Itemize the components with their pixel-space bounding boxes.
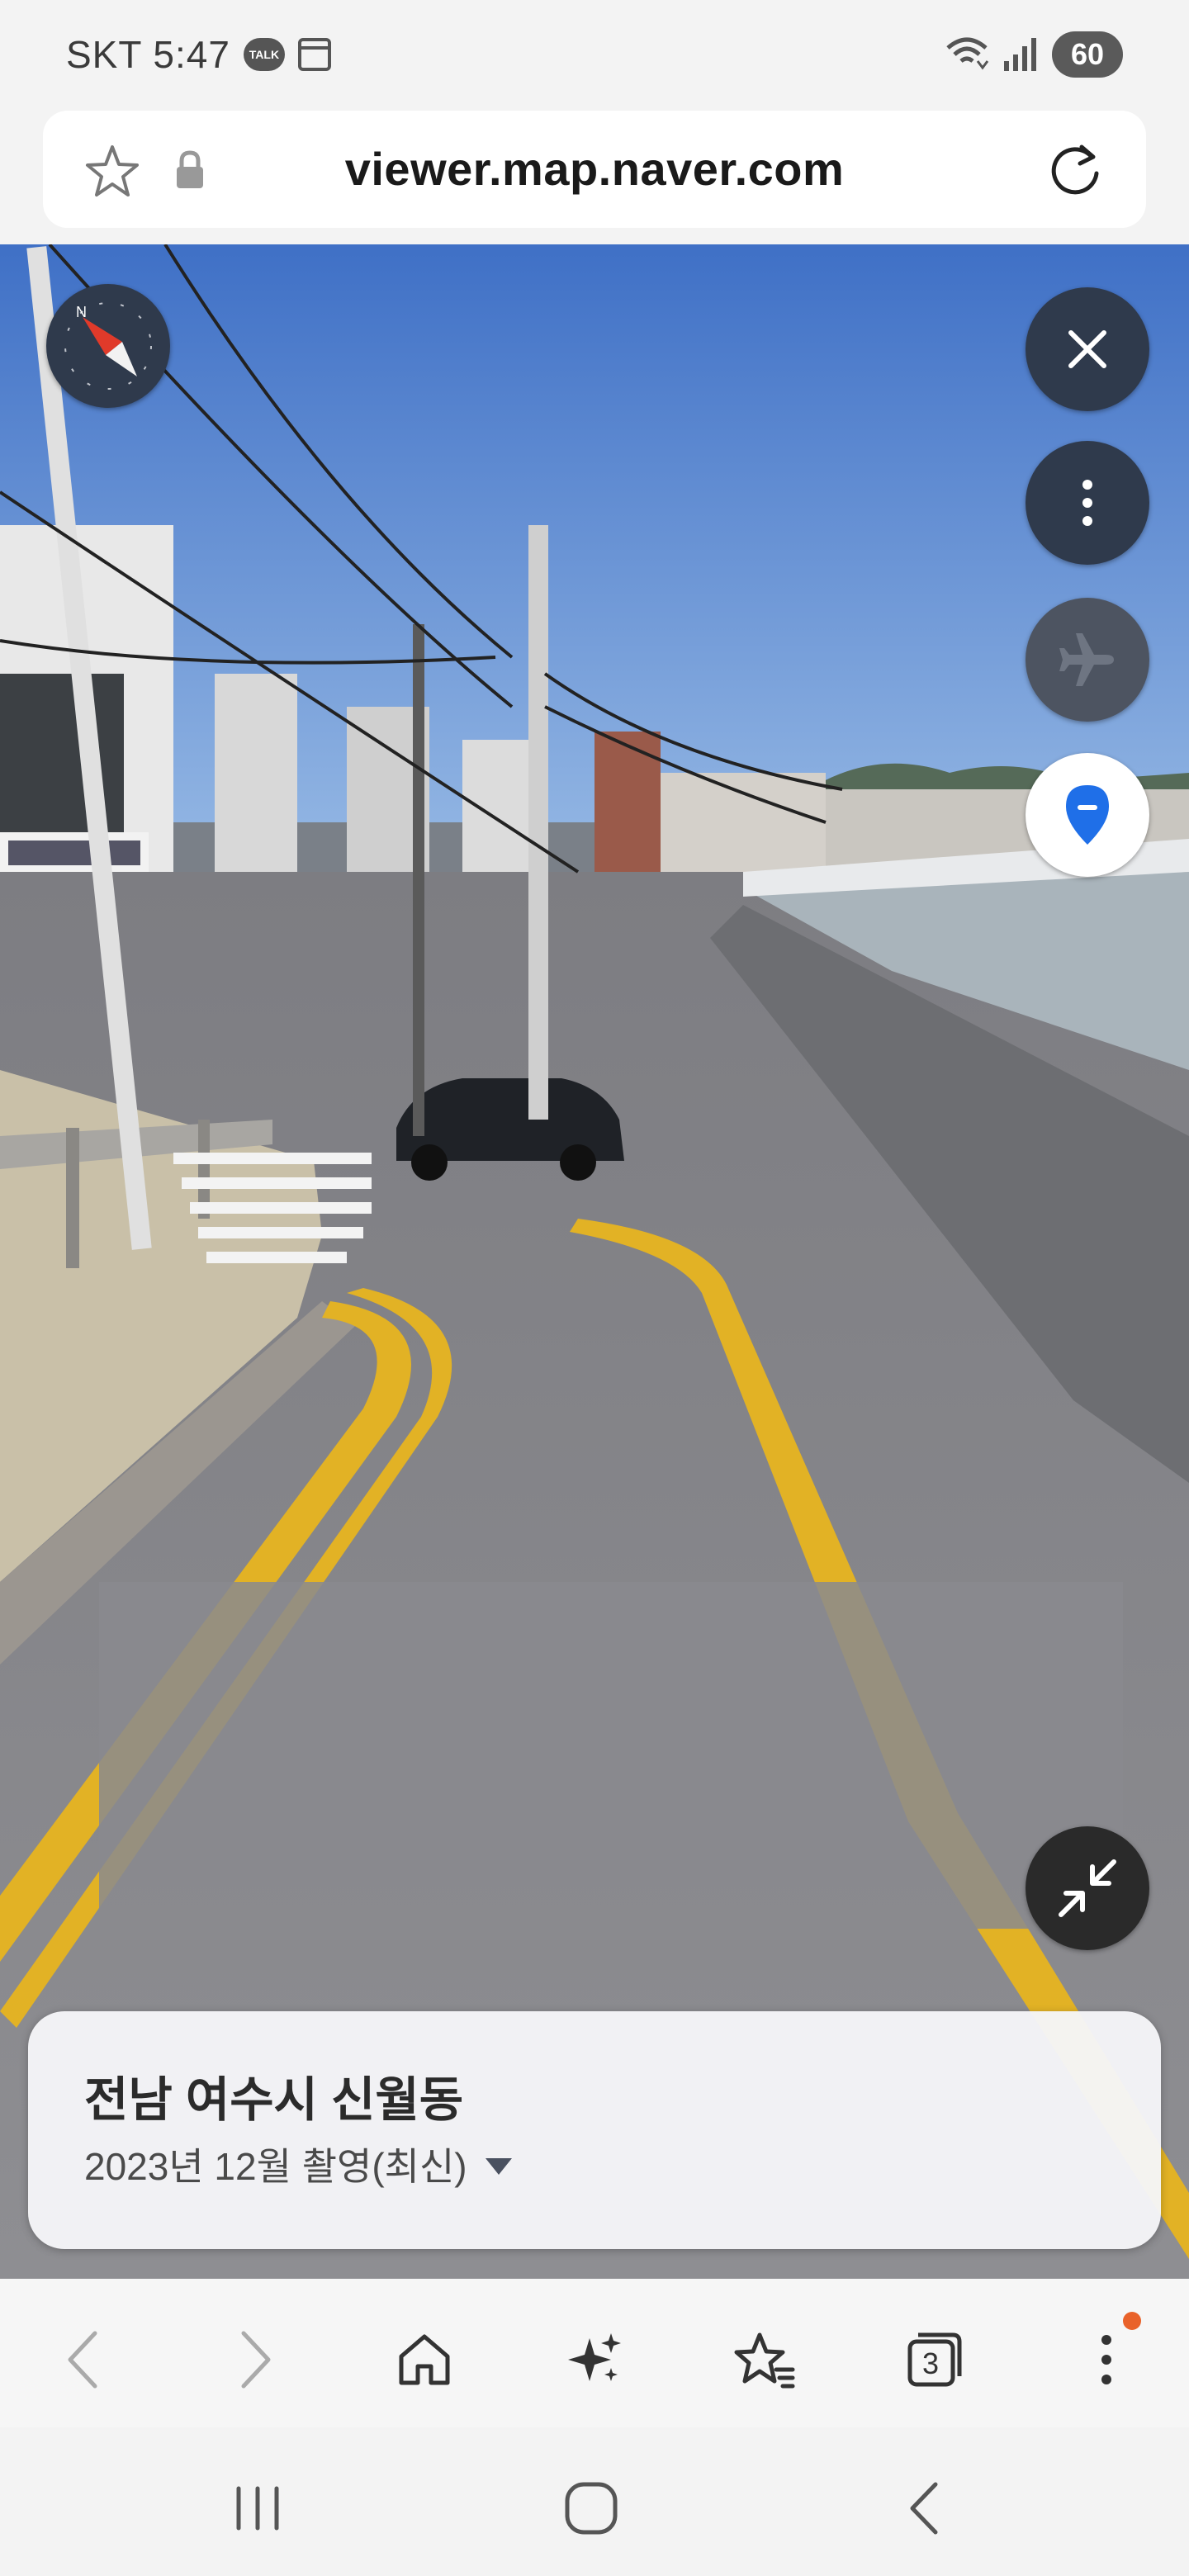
back-arrow-icon <box>910 2482 938 2535</box>
close-icon <box>1068 330 1106 368</box>
compass-button[interactable]: N <box>46 284 170 408</box>
dropdown-caret-icon[interactable] <box>485 2158 512 2175</box>
exit-fullscreen-button[interactable] <box>1026 1826 1149 1950</box>
more-vertical-icon <box>1082 480 1092 526</box>
airplane-view-button[interactable] <box>1026 598 1149 722</box>
more-vertical-icon <box>1101 2335 1111 2384</box>
location-title: 전남 여수시 신월동 <box>84 2073 464 2127</box>
close-button[interactable] <box>1026 287 1149 411</box>
location-pin-button[interactable] <box>1026 753 1149 877</box>
wifi-icon <box>945 36 989 73</box>
status-left: SKT 5:47 TALK <box>66 30 331 79</box>
recent-apps-button[interactable] <box>208 2467 307 2550</box>
signal-icon <box>1002 36 1039 73</box>
tabs-count: 3 <box>921 2346 940 2380</box>
tabs-button[interactable]: 3 <box>895 2320 974 2399</box>
more-options-button[interactable] <box>1026 441 1149 565</box>
street-view-panorama[interactable]: N <box>0 244 1189 2279</box>
home-icon <box>399 2334 450 2385</box>
forward-button[interactable] <box>216 2320 296 2399</box>
ai-features-button[interactable] <box>555 2320 634 2399</box>
notification-dot <box>1123 2312 1141 2330</box>
street-view-image[interactable] <box>0 244 1189 2279</box>
home-nav-button[interactable] <box>542 2467 641 2550</box>
browser-address-area: viewer.map.naver.com <box>0 107 1189 244</box>
status-right: 60 <box>945 30 1123 79</box>
back-nav-button[interactable] <box>875 2467 974 2550</box>
shrink-icon <box>1059 1859 1116 1917</box>
carrier-time: SKT 5:47 <box>66 33 230 76</box>
sparkle-icon <box>568 2333 621 2381</box>
home-circle-icon <box>565 2482 618 2535</box>
status-bar: SKT 5:47 TALK 60 <box>0 0 1189 107</box>
battery-indicator: 60 <box>1052 31 1123 78</box>
system-navigation-bar <box>0 2427 1189 2576</box>
bookmarks-star-list-icon <box>734 2332 795 2389</box>
capture-date-text[interactable]: 2023년 12월 촬영(최신) <box>84 2137 467 2191</box>
back-button[interactable] <box>43 2320 122 2399</box>
location-info-card[interactable]: 전남 여수시 신월동 2023년 12월 촬영(최신) <box>28 2011 1161 2249</box>
home-button[interactable] <box>385 2320 464 2399</box>
compass-north-label: N <box>76 304 87 320</box>
reload-icon[interactable] <box>1044 139 1106 201</box>
address-bar[interactable]: viewer.map.naver.com <box>43 111 1146 228</box>
calendar-notification-icon <box>297 38 331 71</box>
capture-date-selector[interactable]: 2023년 12월 촬영(최신) <box>84 2137 512 2191</box>
menu-button[interactable] <box>1067 2312 1146 2399</box>
bookmarks-button[interactable] <box>725 2320 804 2399</box>
kakaotalk-notification-icon: TALK <box>243 38 285 71</box>
url-text[interactable]: viewer.map.naver.com <box>43 111 1146 228</box>
browser-toolbar: 3 <box>0 2279 1189 2427</box>
map-pin-icon <box>1066 785 1109 845</box>
chevron-right-icon <box>241 2331 271 2389</box>
airplane-icon <box>1059 633 1114 686</box>
chevron-left-icon <box>68 2331 97 2389</box>
recent-apps-icon <box>236 2486 279 2531</box>
